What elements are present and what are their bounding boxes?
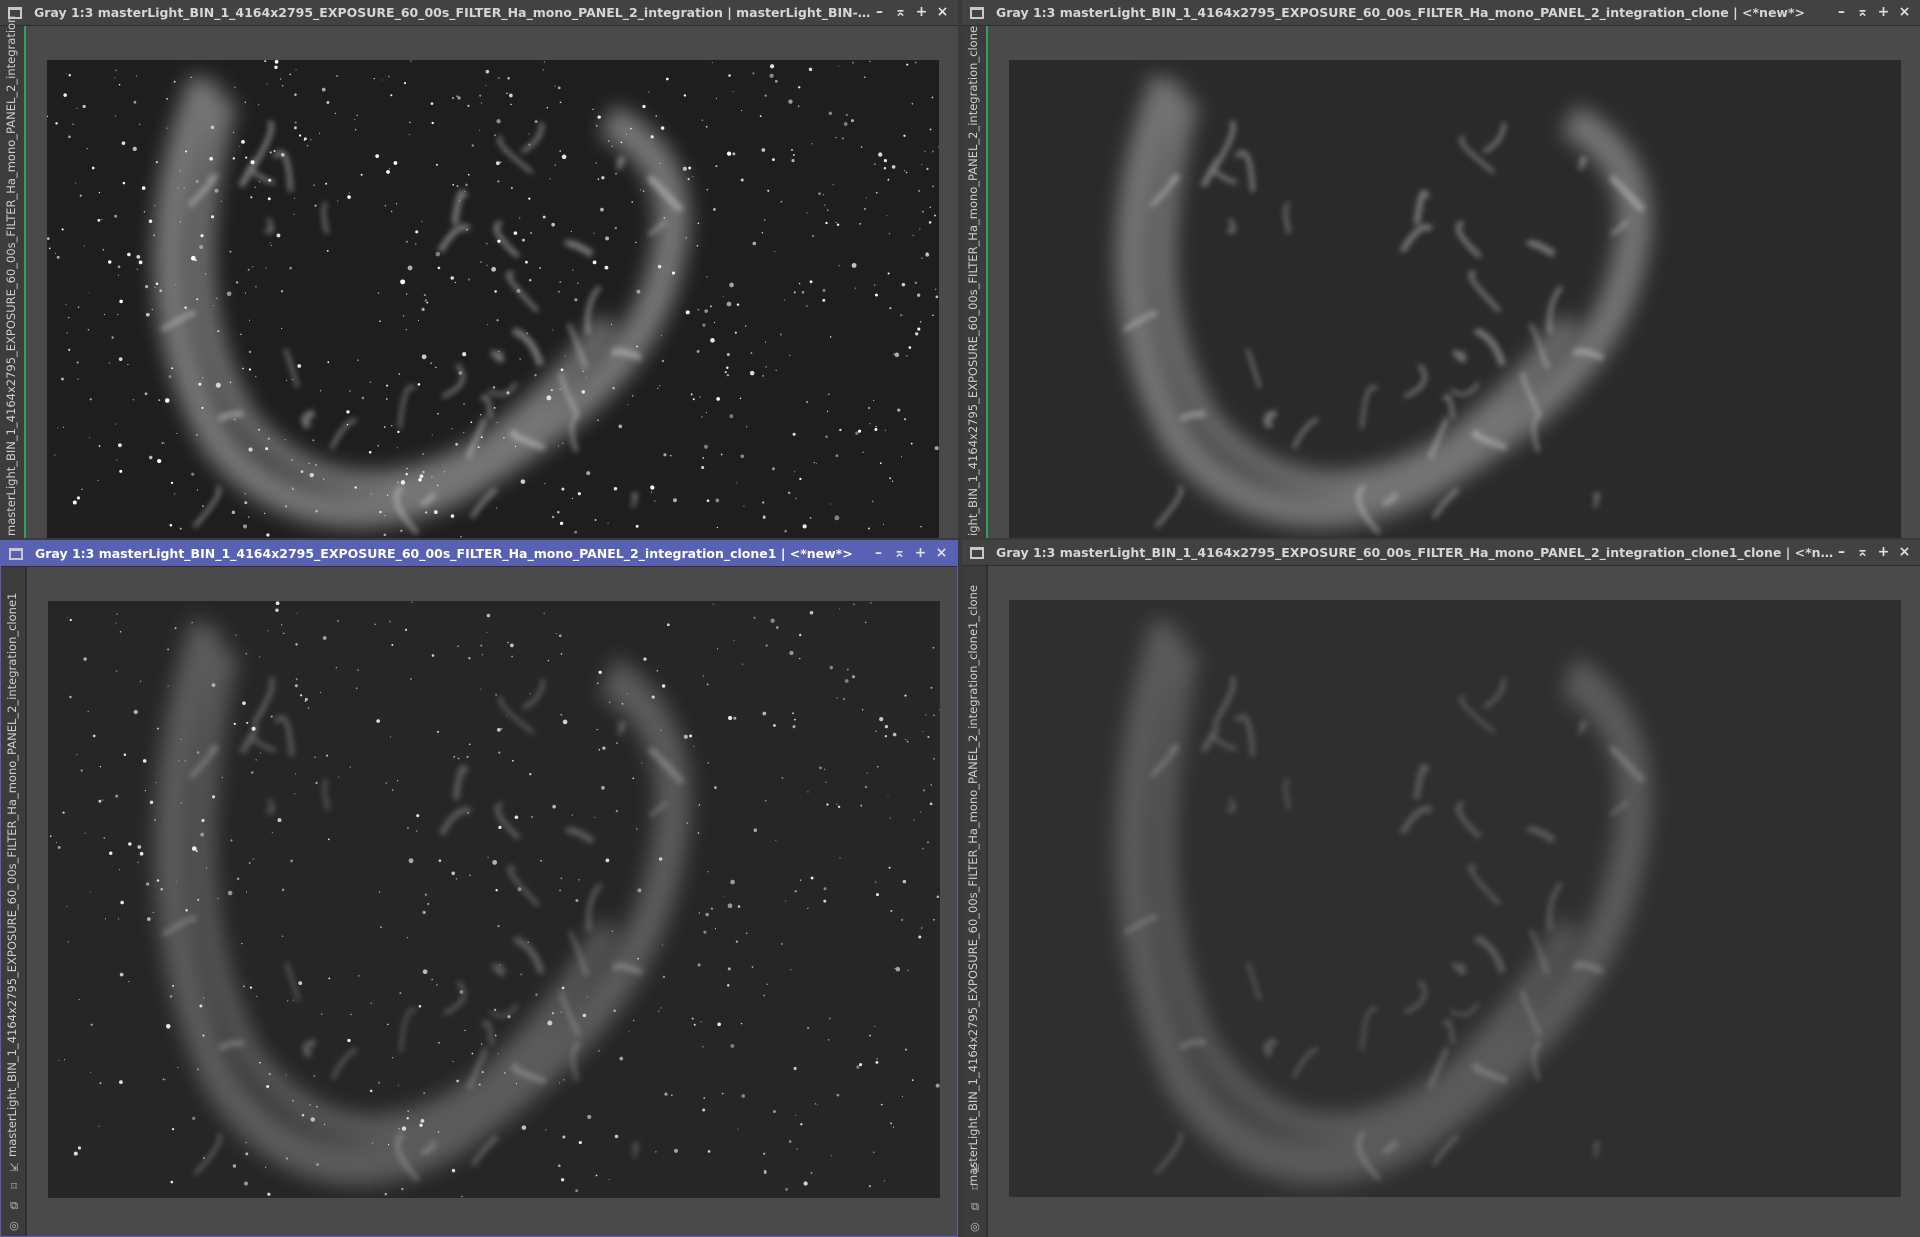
astro-image[interactable] — [48, 601, 940, 1198]
maximize-button[interactable]: + — [1876, 545, 1891, 560]
view-identifier-label: masterLight_BIN_1_4164x2795_EXPOSURE_60_… — [5, 592, 19, 1157]
window-titlebar[interactable]: Gray 1:3 masterLight_BIN_1_4164x2795_EXP… — [962, 0, 1920, 26]
minimize-button[interactable]: – — [1834, 5, 1849, 20]
view-identifier-label: ight_BIN_1_4164x2795_EXPOSURE_60_00s_FIL… — [966, 25, 980, 536]
image-window-icon — [970, 546, 984, 559]
nebula-image-svg — [1009, 60, 1901, 538]
window-titlebar[interactable]: Gray 1:3 masterLight_BIN_1_4164x2795_EXP… — [962, 540, 1920, 566]
close-button[interactable]: × — [1897, 5, 1912, 20]
shade-button[interactable]: ⌅ — [1855, 5, 1870, 20]
close-button[interactable]: × — [1897, 545, 1912, 560]
close-button[interactable]: × — [934, 546, 949, 561]
zoom-icon[interactable]: ⇲ — [9, 1161, 18, 1174]
image-window-integration[interactable]: Gray 1:3 masterLight_BIN_1_4164x2795_EXP… — [0, 0, 958, 538]
window-titlebar[interactable]: Gray 1:3 masterLight_BIN_1_4164x2795_EXP… — [1, 541, 957, 567]
view-sidebar: masterLight_BIN_1_4164x2795_EXPOSURE_60_… — [1, 567, 27, 1236]
maximize-button[interactable]: + — [913, 546, 928, 561]
astro-image[interactable] — [1009, 60, 1901, 538]
nebula-image-svg — [48, 601, 940, 1198]
image-window-icon — [9, 547, 23, 560]
fit-icon[interactable]: ⌑ — [11, 1180, 17, 1193]
clone-icon[interactable]: ⧉ — [10, 1199, 18, 1213]
view-identifier-label: masterLight_BIN_1_4164x2795_EXPOSURE_60_… — [4, 15, 18, 536]
image-window-integration-clone[interactable]: Gray 1:3 masterLight_BIN_1_4164x2795_EXP… — [962, 0, 1920, 538]
zoom-icon[interactable]: ⇲ — [970, 1162, 979, 1175]
shade-button[interactable]: ⌅ — [892, 546, 907, 561]
close-button[interactable]: × — [935, 5, 950, 20]
image-window-integration-clone1[interactable]: Gray 1:3 masterLight_BIN_1_4164x2795_EXP… — [0, 540, 958, 1237]
target-icon[interactable]: ◎ — [9, 1219, 19, 1232]
maximize-button[interactable]: + — [1876, 5, 1891, 20]
view-sidebar: masterLight_BIN_1_4164x2795_EXPOSURE_60_… — [0, 16, 26, 538]
astro-image[interactable] — [47, 60, 939, 538]
astro-image[interactable] — [1009, 600, 1901, 1197]
window-title: Gray 1:3 masterLight_BIN_1_4164x2795_EXP… — [996, 5, 1805, 20]
window-title: Gray 1:3 masterLight_BIN_1_4164x2795_EXP… — [35, 546, 853, 561]
nebula-image-svg — [47, 60, 939, 538]
shade-button[interactable]: ⌅ — [893, 5, 908, 20]
target-icon[interactable]: ◎ — [970, 1220, 980, 1233]
image-viewport[interactable] — [29, 567, 957, 1236]
minimize-button[interactable]: – — [1834, 545, 1849, 560]
view-sidebar: ight_BIN_1_4164x2795_EXPOSURE_60_00s_FIL… — [962, 26, 988, 538]
minimize-button[interactable]: – — [871, 546, 886, 561]
view-sidebar: masterLight_BIN_1_4164x2795_EXPOSURE_60_… — [962, 566, 988, 1237]
window-titlebar[interactable]: Gray 1:3 masterLight_BIN_1_4164x2795_EXP… — [0, 0, 958, 26]
nebula-image-svg — [1009, 600, 1901, 1197]
minimize-button[interactable]: – — [872, 5, 887, 20]
fit-icon[interactable]: ⌑ — [972, 1181, 978, 1194]
image-viewport[interactable] — [990, 566, 1920, 1237]
image-window-integration-clone1-clone[interactable]: Gray 1:3 masterLight_BIN_1_4164x2795_EXP… — [962, 540, 1920, 1237]
image-window-icon — [970, 6, 984, 19]
clone-icon[interactable]: ⧉ — [971, 1200, 979, 1214]
window-title: Gray 1:3 masterLight_BIN_1_4164x2795_EXP… — [996, 545, 1834, 560]
maximize-button[interactable]: + — [914, 5, 929, 20]
view-identifier-label: masterLight_BIN_1_4164x2795_EXPOSURE_60_… — [966, 584, 980, 1186]
image-viewport[interactable] — [28, 26, 958, 538]
window-title: Gray 1:3 masterLight_BIN_1_4164x2795_EXP… — [34, 5, 872, 20]
image-viewport[interactable] — [990, 26, 1920, 538]
shade-button[interactable]: ⌅ — [1855, 545, 1870, 560]
